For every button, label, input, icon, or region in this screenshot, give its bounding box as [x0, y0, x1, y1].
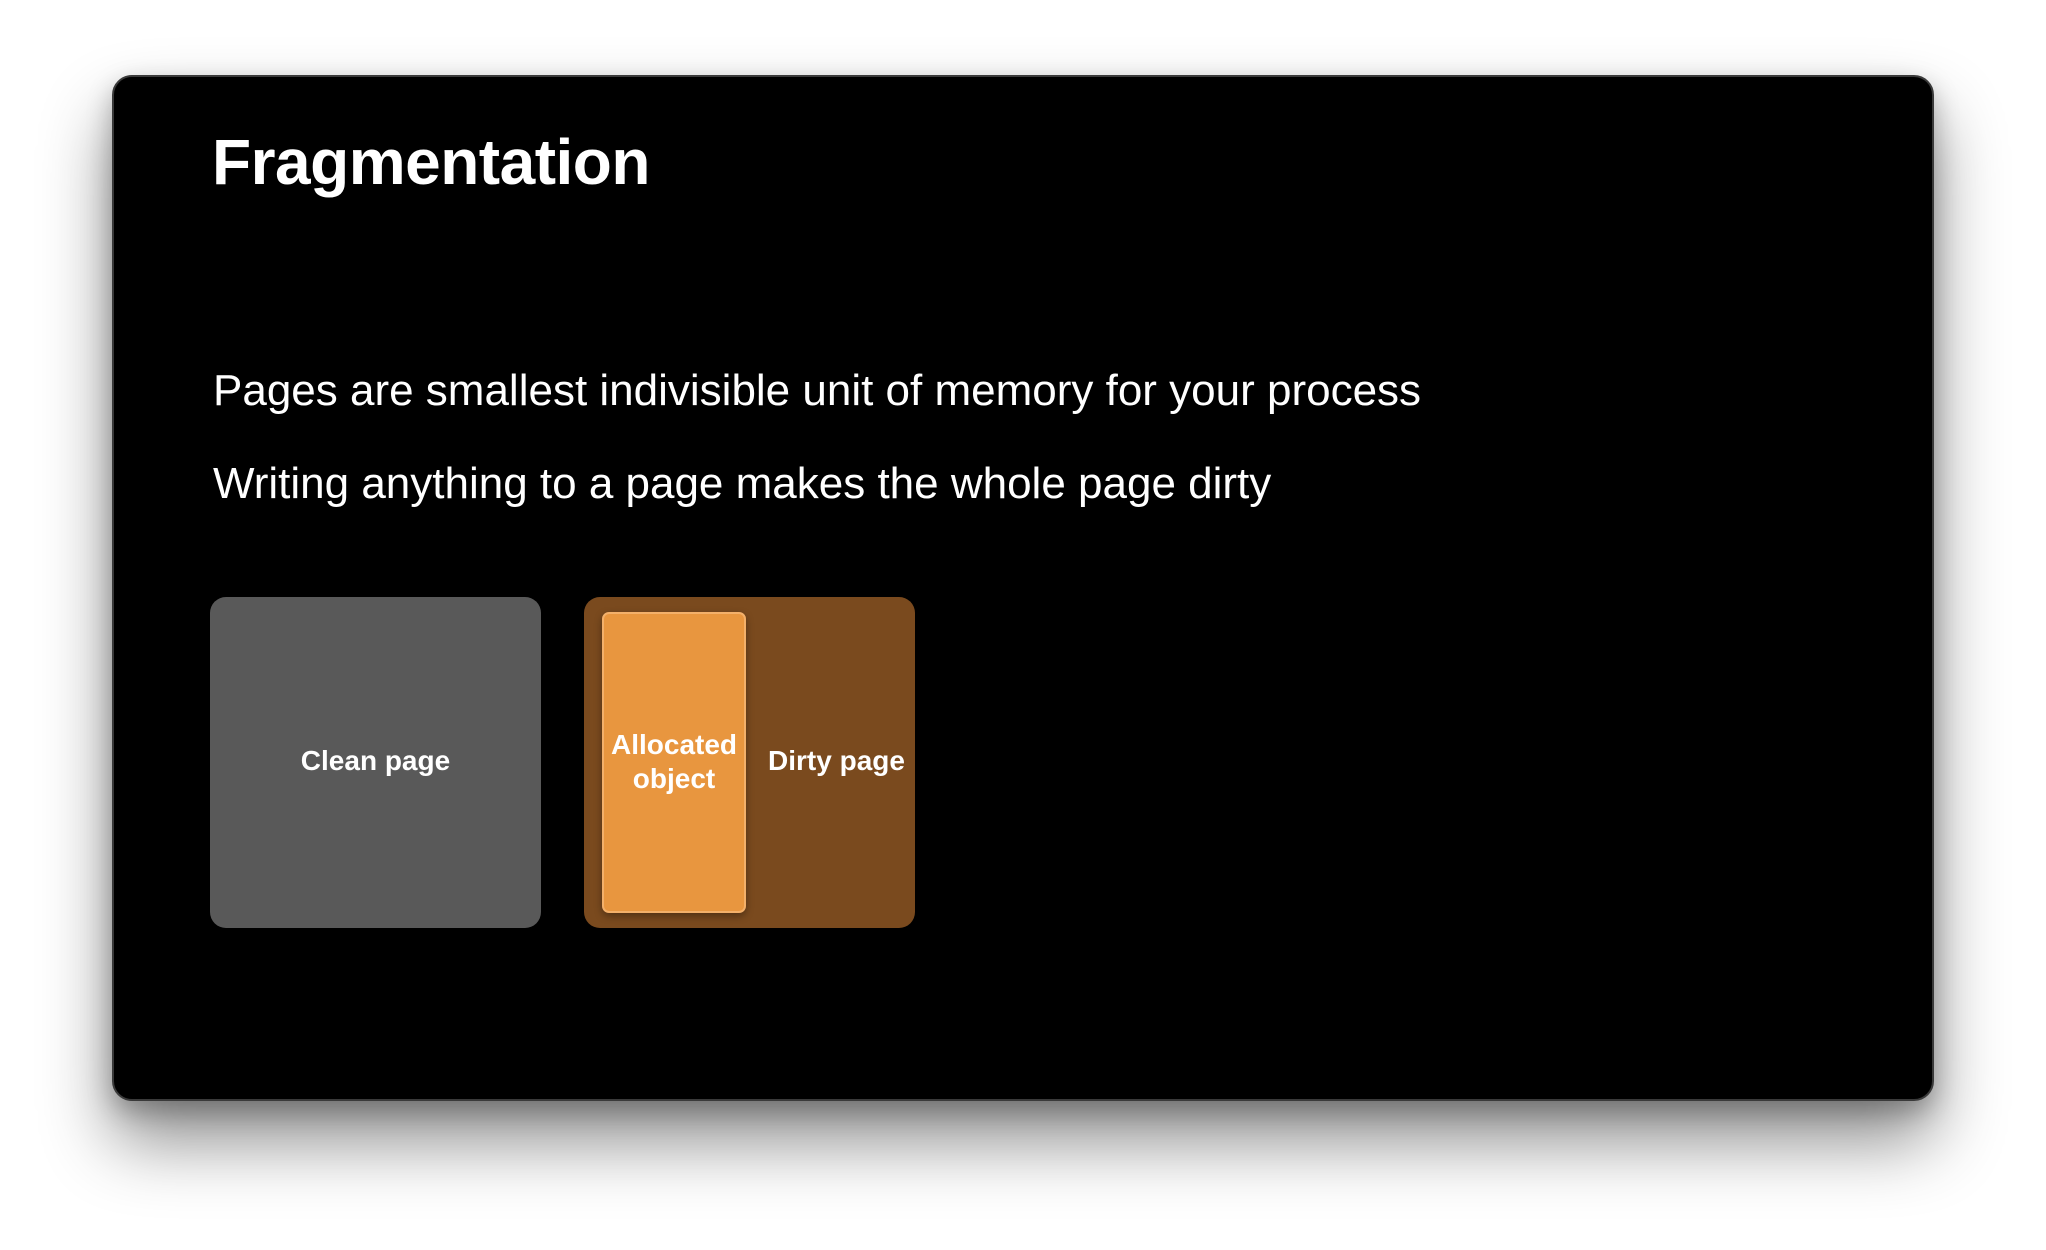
allocated-object-block: Allocated object	[602, 612, 746, 913]
dirty-page-label: Dirty page	[768, 745, 905, 776]
dirty-page-block: Allocated object Dirty page	[584, 597, 915, 928]
bullet-page-unit: Pages are smallest indivisible unit of m…	[213, 366, 1422, 415]
bullet-dirty-write: Writing anything to a page makes the who…	[213, 459, 1272, 508]
clean-page-block: Clean page	[210, 597, 541, 928]
slide-title: Fragmentation	[212, 126, 650, 198]
slide: Fragmentation Pages are smallest indivis…	[112, 75, 1934, 1101]
clean-page-label: Clean page	[300, 745, 451, 776]
allocated-object-label: Allocated object	[610, 729, 738, 794]
